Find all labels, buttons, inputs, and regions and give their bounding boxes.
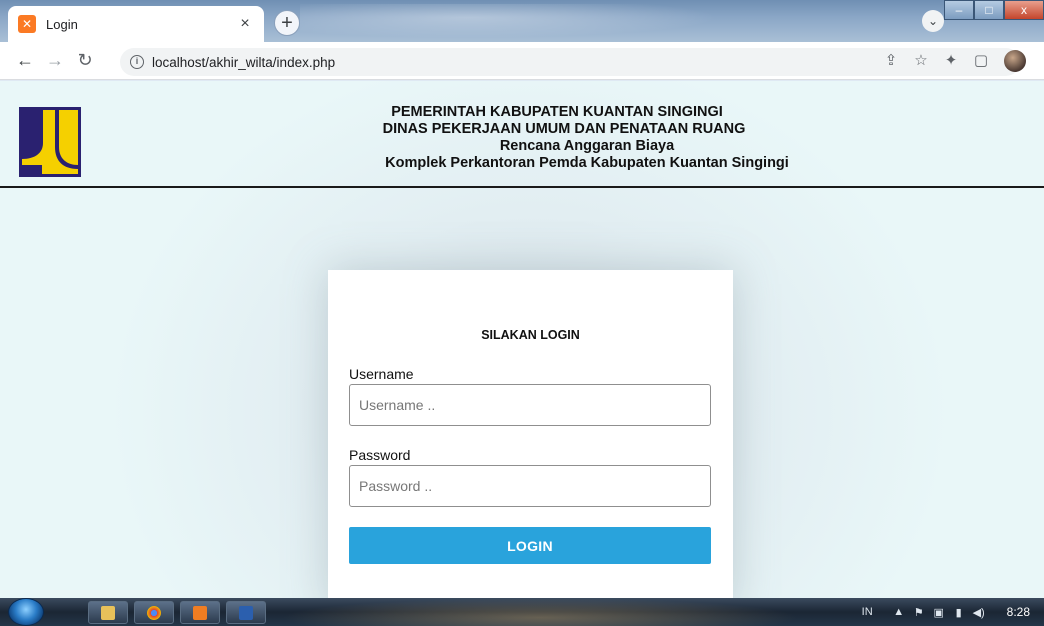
share-icon[interactable]: ⇪ — [878, 48, 904, 74]
chrome-taskbar-icon[interactable] — [134, 601, 174, 624]
explorer-taskbar-icon[interactable] — [88, 601, 128, 624]
page-content: PEMERINTAH KABUPATEN KUANTAN SINGINGI DI… — [0, 81, 1044, 598]
header-line-2: DINAS PEKERJAAN UMUM DAN PENATAAN RUANG — [382, 121, 746, 137]
system-tray: IN ▲ ⚑ ▣ ▮ ◀) 8:28 — [862, 598, 1044, 626]
header-line-4: Komplek Perkantoran Pemda Kabupaten Kuan… — [385, 155, 789, 171]
browser-tab[interactable]: ✕ Login × — [8, 6, 264, 42]
close-window-button[interactable]: x — [1004, 0, 1044, 20]
action-center-icon[interactable]: ⚑ — [909, 606, 929, 619]
browser-toolbar: ← → ↻ i localhost/akhir_wilta/index.php … — [0, 42, 1044, 80]
star-icon[interactable]: ☆ — [908, 48, 934, 74]
profile-avatar[interactable] — [1004, 50, 1026, 72]
password-input[interactable] — [349, 465, 711, 507]
extensions-icon[interactable]: ✦ — [938, 48, 964, 74]
taskbar: IN ▲ ⚑ ▣ ▮ ◀) 8:28 — [0, 598, 1044, 626]
new-tab-button[interactable]: + — [274, 10, 300, 36]
sublime-taskbar-icon[interactable] — [180, 601, 220, 624]
volume-icon[interactable]: ◀) — [969, 606, 989, 619]
tab-search-icon[interactable]: ⌄ — [922, 10, 944, 32]
start-button[interactable] — [8, 598, 44, 626]
info-icon[interactable]: i — [130, 55, 144, 69]
network-icon[interactable]: ▮ — [949, 606, 969, 619]
password-label: Password — [349, 447, 411, 463]
toolbar-actions: ⇪ ☆ ✦ ▢ — [878, 48, 1026, 74]
reload-icon[interactable]: ↻ — [70, 50, 100, 71]
login-button[interactable]: LOGIN — [349, 527, 711, 564]
header-text: PEMERINTAH KABUPATEN KUANTAN SINGINGI DI… — [0, 104, 1044, 172]
header-line-3: Rencana Anggaran Biaya — [499, 138, 675, 154]
tray-expand-icon[interactable]: ▲ — [889, 606, 909, 618]
login-card: SILAKAN LOGIN Username Password LOGIN — [328, 270, 733, 598]
clock[interactable]: 8:28 — [1007, 605, 1030, 619]
xampp-favicon-icon: ✕ — [18, 15, 36, 33]
forward-arrow-icon[interactable]: → — [40, 50, 70, 71]
username-input[interactable] — [349, 384, 711, 426]
language-indicator[interactable]: IN — [862, 606, 873, 618]
minimize-button[interactable]: – — [944, 0, 974, 20]
maximize-button[interactable]: □ — [974, 0, 1004, 20]
word-taskbar-icon[interactable] — [226, 601, 266, 624]
power-icon[interactable]: ▣ — [929, 606, 949, 619]
browser-tabstrip: ✕ Login × + ⌄ – □ x — [0, 0, 1044, 42]
address-url[interactable]: localhost/akhir_wilta/index.php — [152, 55, 335, 70]
tab-title: Login — [46, 16, 78, 32]
back-arrow-icon[interactable]: ← — [10, 50, 40, 71]
sidepanel-icon[interactable]: ▢ — [968, 48, 994, 74]
site-header: PEMERINTAH KABUPATEN KUANTAN SINGINGI DI… — [0, 81, 1044, 188]
login-title: SILAKAN LOGIN — [481, 328, 580, 342]
header-line-1: PEMERINTAH KABUPATEN KUANTAN SINGINGI — [391, 104, 723, 120]
username-label: Username — [349, 366, 414, 382]
tab-close-icon[interactable]: × — [236, 15, 254, 33]
window-controls: – □ x — [944, 0, 1044, 22]
